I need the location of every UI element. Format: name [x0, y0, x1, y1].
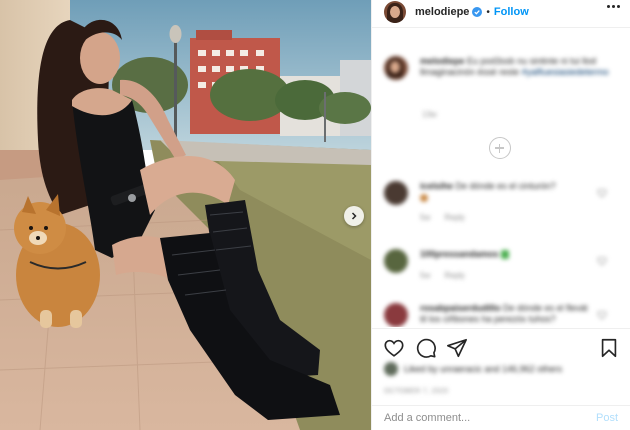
- comment-username[interactable]: rosabpaiserdudillo: [420, 303, 501, 313]
- follow-button[interactable]: Follow: [494, 6, 529, 18]
- post-date: OCTOBER 7, 2020: [384, 388, 449, 395]
- post-sidebar: melodiepe • Follow melodiepe Eu pod3ssb …: [371, 0, 630, 430]
- comment-item: 100pressandamos 5w Reply: [384, 249, 619, 281]
- comment-time: 5w: [420, 213, 431, 222]
- more-options-icon[interactable]: [607, 5, 620, 8]
- author-username[interactable]: melodiepe: [415, 6, 469, 18]
- comment-item: icelsihe De dónde es el cinturón? 5w Rep…: [384, 181, 619, 223]
- commenter-avatar[interactable]: [384, 303, 408, 327]
- comment-item: rosabpaiserdudillo De dónde es el flevát…: [384, 303, 619, 327]
- commenter-avatar[interactable]: [384, 249, 408, 273]
- reply-button[interactable]: Reply: [444, 213, 464, 222]
- header-separator: •: [486, 6, 490, 18]
- post-comment-button[interactable]: Post: [596, 412, 618, 424]
- heart-icon[interactable]: [597, 310, 607, 320]
- author-avatar[interactable]: [384, 1, 406, 23]
- next-photo-button[interactable]: [344, 206, 364, 226]
- liker-avatar: [384, 362, 398, 376]
- heart-icon[interactable]: [597, 256, 607, 266]
- paper-plane-icon[interactable]: [446, 337, 468, 359]
- bookmark-icon[interactable]: [598, 337, 620, 359]
- comment-username[interactable]: 100pressandamos: [420, 249, 499, 259]
- post-photo[interactable]: [0, 0, 371, 430]
- comment-input[interactable]: [384, 412, 596, 424]
- reply-button[interactable]: Reply: [444, 271, 464, 280]
- post-photo-image: [0, 0, 371, 430]
- comments-list[interactable]: melodiepe Eu pod3ssb nu sintinte ni tui …: [372, 45, 630, 327]
- likes-text[interactable]: Liked by unraeracic and 146,962 others: [404, 364, 562, 374]
- post-header: melodiepe • Follow: [372, 0, 630, 28]
- post-caption: melodiepe Eu pod3ssb nu sintinte ni tui …: [384, 56, 619, 80]
- comment-time: 5w: [420, 271, 431, 280]
- post-actions: [372, 328, 630, 363]
- caption-hashtag[interactable]: #yalfiuesiasiedetermo: [522, 67, 609, 77]
- caption-username[interactable]: melodiepe: [420, 56, 465, 66]
- likes-summary[interactable]: Liked by unraeracic and 146,962 others: [384, 362, 562, 376]
- plus-circle-icon[interactable]: [489, 137, 511, 159]
- comment-text: De dónde es el cinturón?: [455, 181, 556, 191]
- comment-username[interactable]: icelsihe: [420, 181, 453, 191]
- heart-icon[interactable]: [383, 337, 405, 359]
- caption-time: 13w: [422, 110, 437, 119]
- chevron-right-icon: [351, 212, 357, 220]
- commenter-avatar[interactable]: [384, 181, 408, 205]
- add-comment-bar: Post: [372, 405, 630, 430]
- caption-avatar[interactable]: [384, 56, 408, 80]
- emoji-icon: [501, 250, 510, 260]
- emoji-icon: [420, 194, 428, 202]
- heart-icon[interactable]: [597, 188, 607, 198]
- verified-badge-icon: [472, 7, 483, 17]
- comment-bubble-icon[interactable]: [415, 337, 437, 359]
